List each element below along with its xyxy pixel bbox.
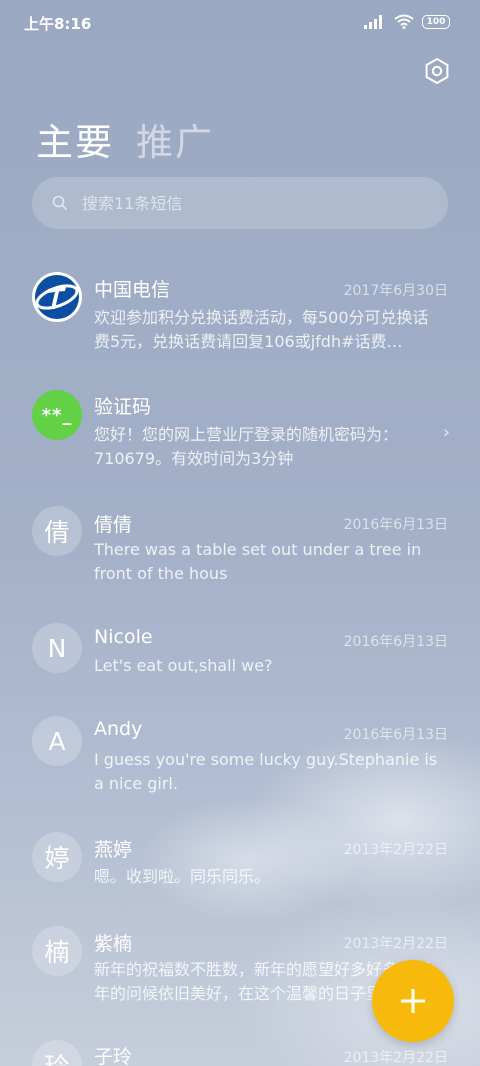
message-preview: 欢迎参加积分兑换话费活动，每500分可兑换话费5元，兑换话费请回复106或jfd… [94, 308, 429, 351]
tab-promotions[interactable]: 推广 [136, 112, 214, 166]
message-item[interactable]: 倩 倩倩 2016年6月13日 There was a table set ou… [0, 504, 480, 594]
search-input[interactable] [80, 192, 404, 214]
contact-name: 子玲 [94, 1046, 133, 1066]
avatar [32, 272, 82, 322]
avatar: N [32, 623, 82, 673]
message-preview: There was a table set out under a tree i… [94, 540, 422, 583]
category-tabs: 主要 推广 [36, 112, 214, 166]
message-item[interactable]: N Nicole 2016年6月13日 Let's eat out,shall … [0, 621, 480, 691]
message-item-china-telecom[interactable]: 中国电信 2017年6月30日 欢迎参加积分兑换话费活动，每500分可兑换话费5… [0, 270, 480, 360]
battery-icon: 100 [422, 14, 450, 29]
contact-name: 验证码 [94, 396, 152, 418]
avatar: A [32, 716, 82, 766]
plus-icon [401, 989, 425, 1013]
wifi-icon [394, 14, 414, 29]
status-time: 上午8:16 [24, 15, 92, 33]
contact-name: 倩倩 [94, 514, 133, 536]
avatar: 倩 [32, 506, 82, 556]
message-date: 2013年2月22日 [343, 842, 448, 858]
china-telecom-logo-icon [35, 275, 79, 319]
message-preview: Let's eat out,shall we? [94, 656, 273, 675]
status-bar: 上午8:16 100 [0, 0, 480, 46]
contact-name: Andy [94, 718, 143, 740]
message-item[interactable]: A Andy 2016年6月13日 I guess you're some lu… [0, 714, 480, 804]
message-date: 2016年6月13日 [343, 634, 448, 650]
contact-name: 紫楠 [94, 933, 133, 955]
message-preview: I guess you're some lucky guy.Stephanie … [94, 750, 438, 793]
avatar: 婷 [32, 832, 82, 882]
message-preview: 您好！您的网上营业厅登录的随机密码为：710679。有效时间为3分钟 [94, 425, 399, 468]
message-date: 2017年6月30日 [343, 283, 448, 299]
message-date: 2013年2月22日 [343, 936, 448, 952]
signal-icon [364, 14, 382, 29]
status-icons: 100 [364, 14, 450, 29]
message-item[interactable]: 玲 子玲 2013年2月22日 [0, 1038, 480, 1066]
new-message-button[interactable] [372, 960, 454, 1042]
contact-name: Nicole [94, 626, 153, 648]
avatar: **_ [32, 390, 82, 440]
message-date: 2016年6月13日 [343, 727, 448, 743]
tab-primary[interactable]: 主要 [36, 112, 114, 166]
avatar: 玲 [32, 1040, 82, 1066]
search-bar[interactable] [32, 177, 448, 229]
message-date: 2013年2月22日 [343, 1050, 448, 1066]
avatar: 楠 [32, 926, 82, 976]
contact-name: 燕婷 [94, 839, 133, 861]
contact-name: 中国电信 [94, 279, 171, 301]
chevron-right-icon: › [442, 422, 450, 443]
message-item[interactable]: 婷 燕婷 2013年2月22日 嗯。收到啦。同乐同乐。 [0, 830, 480, 900]
search-icon [52, 195, 68, 211]
settings-gear-icon[interactable] [424, 58, 450, 84]
message-date: 2016年6月13日 [343, 517, 448, 533]
message-item-verification[interactable]: **_ 验证码 您好！您的网上营业厅登录的随机密码为：710679。有效时间为3… [0, 388, 480, 478]
message-preview: 嗯。收到啦。同乐同乐。 [94, 867, 271, 886]
